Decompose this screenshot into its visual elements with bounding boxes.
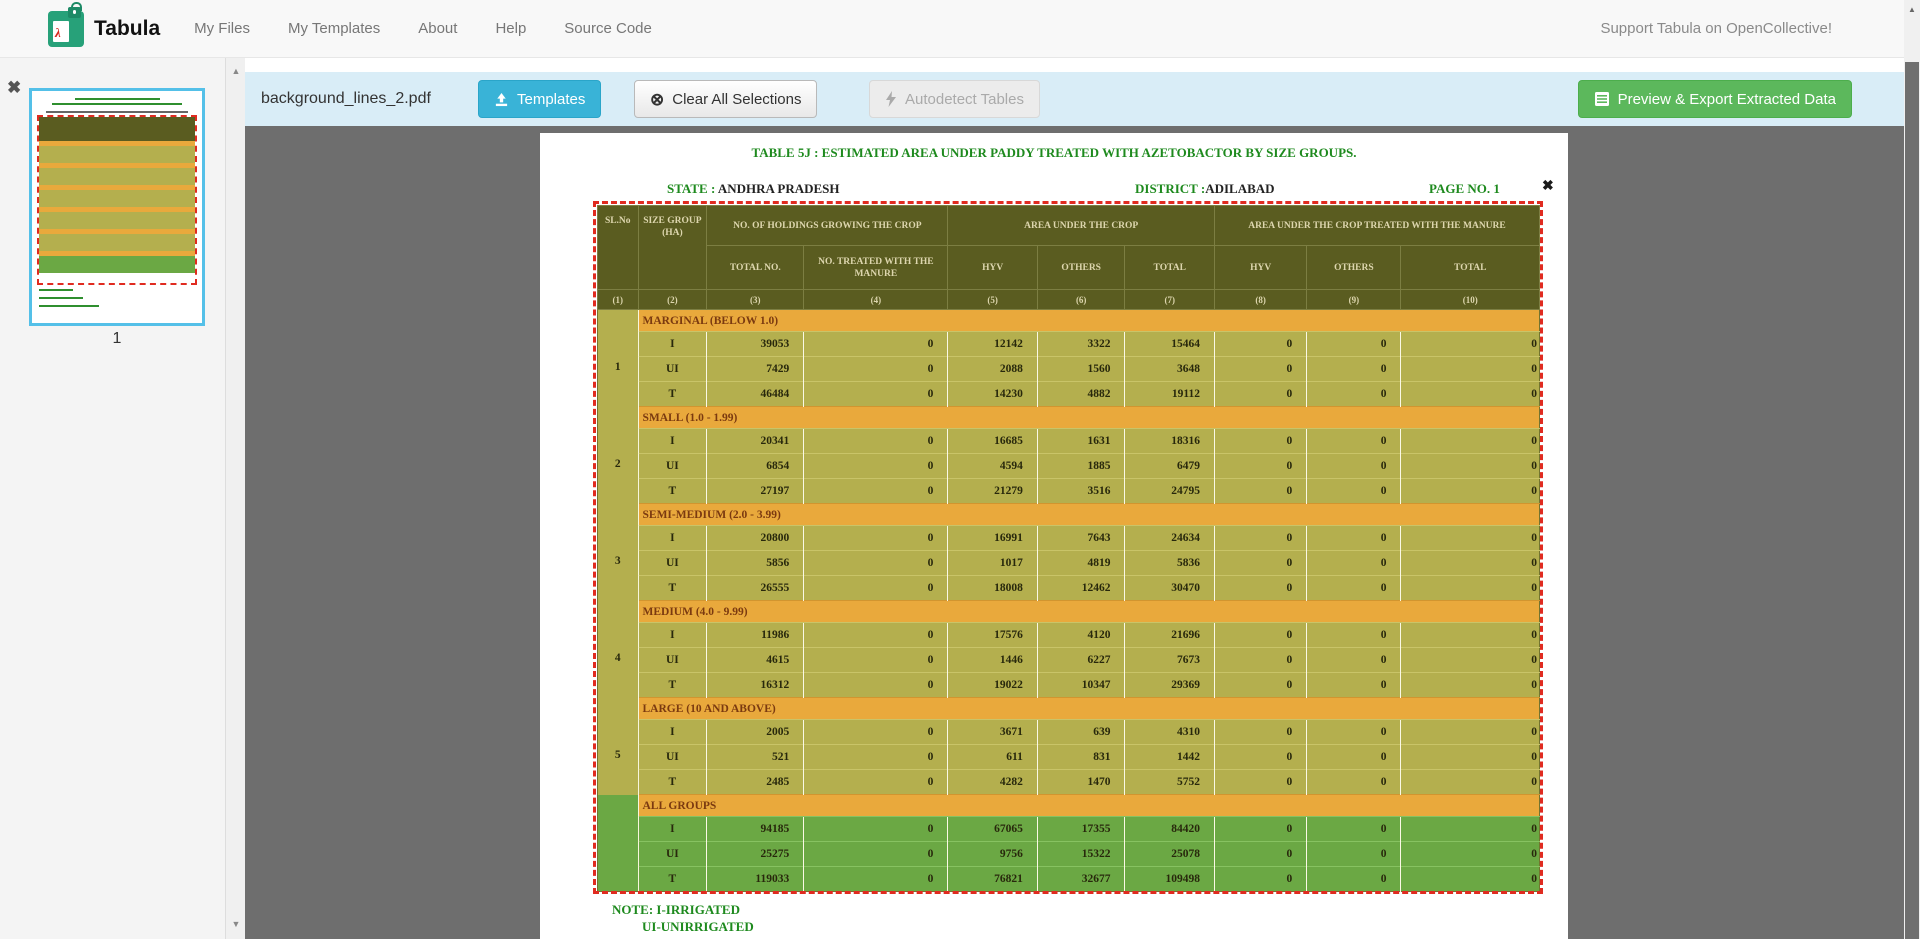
pdf-page-number: PAGE NO. 1 bbox=[1429, 181, 1500, 197]
brand[interactable]: λ Tabula bbox=[48, 11, 160, 47]
autodetect-tables-button[interactable]: Autodetect Tables bbox=[869, 80, 1040, 118]
sidebar-scroll-up-icon[interactable]: ▲ bbox=[226, 66, 246, 76]
scrollbar-up-icon[interactable]: ▲ bbox=[1904, 5, 1920, 14]
pdf-glyph-icon: λ bbox=[55, 25, 61, 41]
thumbnail-page-number: 1 bbox=[29, 330, 205, 348]
tabula-logo-icon: λ bbox=[48, 11, 84, 47]
pdf-page[interactable]: TABLE 5J : ESTIMATED AREA UNDER PADDY TR… bbox=[540, 133, 1568, 939]
nav-menu: My Files My Templates About Help Source … bbox=[194, 20, 652, 37]
pdf-table-title: TABLE 5J : ESTIMATED AREA UNDER PADDY TR… bbox=[540, 145, 1568, 161]
browser-scrollbar[interactable]: ▲ bbox=[1904, 0, 1920, 939]
sidebar-scroll-down-icon[interactable]: ▼ bbox=[226, 919, 246, 929]
top-navbar: λ Tabula My Files My Templates About Hel… bbox=[0, 0, 1904, 58]
page-thumbnails-sidebar: ✖ 1 bbox=[0, 58, 225, 939]
sidebar-scrollbar[interactable]: ▲ ▼ bbox=[225, 58, 245, 939]
thumbnail-selection-border bbox=[37, 115, 197, 285]
selection-close-icon[interactable]: ✖ bbox=[1542, 177, 1554, 194]
pdf-note: NOTE: I-IRRIGATED UI-UNIRRIGATED bbox=[612, 901, 754, 935]
lock-icon bbox=[68, 7, 81, 18]
open-filename: background_lines_2.pdf bbox=[261, 72, 431, 126]
remove-file-button[interactable]: ✖ bbox=[7, 78, 21, 98]
nav-item-my-files[interactable]: My Files bbox=[194, 20, 250, 37]
templates-button[interactable]: Templates bbox=[478, 80, 601, 118]
nav-item-about[interactable]: About bbox=[418, 20, 457, 37]
document-viewport: TABLE 5J : ESTIMATED AREA UNDER PADDY TR… bbox=[245, 126, 1904, 939]
pdf-state-line: STATE : ANDHRA PRADESH bbox=[667, 181, 840, 197]
table-list-icon bbox=[1594, 91, 1610, 107]
page-thumbnail[interactable] bbox=[29, 88, 205, 326]
table-selection-overlay[interactable] bbox=[593, 201, 1543, 894]
nav-item-source-code[interactable]: Source Code bbox=[564, 20, 652, 37]
lightning-icon bbox=[885, 91, 897, 107]
clear-all-selections-button[interactable]: ⊗ Clear All Selections bbox=[634, 80, 817, 118]
toolbar: background_lines_2.pdf Templates ⊗ Clear… bbox=[245, 72, 1904, 126]
brand-name: Tabula bbox=[94, 17, 160, 41]
upload-icon bbox=[494, 92, 509, 107]
pdf-district-line: DISTRICT :ADILABAD bbox=[1135, 181, 1275, 197]
nav-item-help[interactable]: Help bbox=[495, 20, 526, 37]
thumbnail-table bbox=[39, 117, 195, 283]
scrollbar-thumb[interactable] bbox=[1905, 62, 1919, 939]
support-link[interactable]: Support Tabula on OpenCollective! bbox=[1600, 20, 1832, 37]
preview-export-button[interactable]: Preview & Export Extracted Data bbox=[1578, 80, 1852, 118]
nav-item-my-templates[interactable]: My Templates bbox=[288, 20, 380, 37]
circle-x-icon: ⊗ bbox=[650, 91, 664, 108]
main-content: background_lines_2.pdf Templates ⊗ Clear… bbox=[245, 58, 1904, 939]
